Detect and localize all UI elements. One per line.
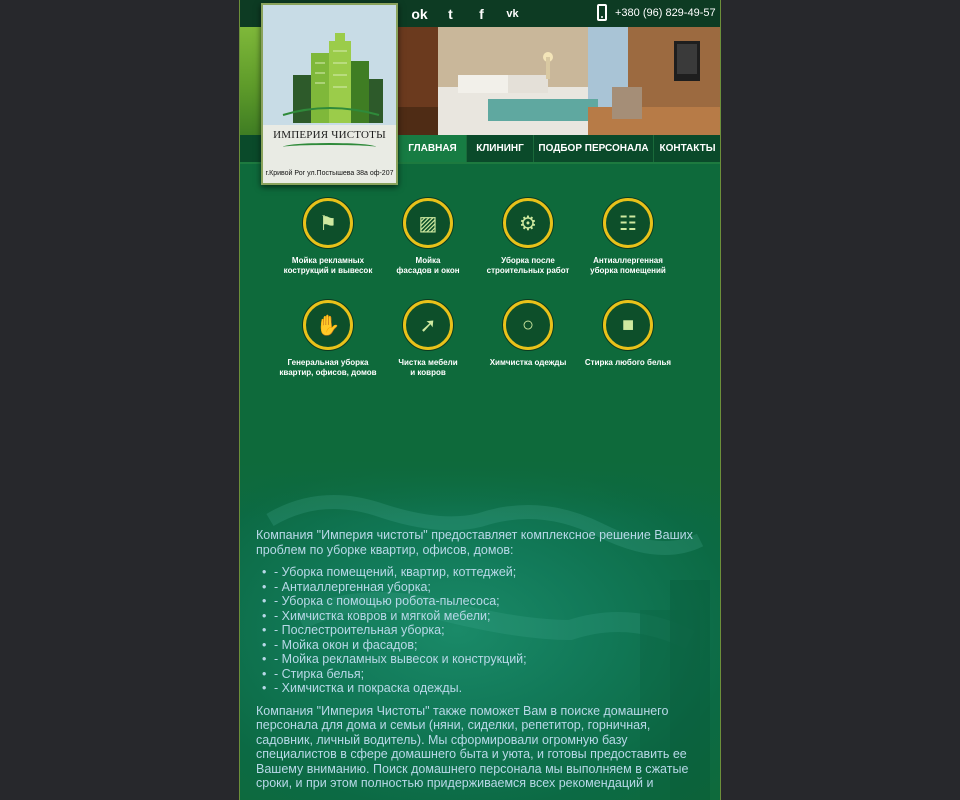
site-page: ok t f vk +380 (96) 829-49-57 ГЛАВНАЯ КЛ… [239, 0, 721, 800]
skyscraper-logo-icon [263, 5, 396, 125]
service-item[interactable]: ■ Стирка любого белья [573, 300, 683, 368]
company-logo[interactable]: ИМПЕРИЯ ЧИСТОТЫ г.Кривой Рог ул.Постышев… [261, 3, 398, 185]
phone-number[interactable]: +380 (96) 829-49-57 [615, 7, 716, 19]
vacuum-icon: ➚ [403, 300, 453, 350]
service-item[interactable]: ⚑ Мойка рекламных кострукций и вывесок [273, 198, 383, 276]
list-item: - Антиаллергенная уборка; [262, 580, 706, 595]
service-label: Мойка рекламных кострукций и вывесок [283, 256, 373, 275]
facebook-icon[interactable]: f [472, 4, 491, 23]
service-label: Антиаллергенная уборка помещений [590, 256, 666, 275]
list-item: - Уборка помещений, квартир, коттеджей; [262, 565, 706, 580]
broom-icon: ⚙ [503, 198, 553, 248]
laundry-icon: ■ [603, 300, 653, 350]
service-item[interactable]: ○ Химчистка одежды [473, 300, 583, 368]
service-label: Уборка после строительных работ [486, 256, 570, 275]
list-item: - Химчистка ковров и мягкой мебели; [262, 609, 706, 624]
nav-item-staff[interactable]: ПОДБОР ПЕРСОНАЛА [533, 135, 653, 162]
mobile-phone-icon [597, 4, 607, 21]
service-label: Чистка мебели и ковров [398, 358, 458, 377]
about-text: Компания "Империя чистоты" предоставляет… [256, 528, 706, 791]
service-label: Стирка любого белья [584, 358, 672, 367]
twitter-icon[interactable]: t [441, 4, 460, 23]
service-item[interactable]: ✋ Генеральная уборка квартир, офисов, до… [273, 300, 383, 378]
social-links: ok t f vk [410, 4, 522, 23]
logo-name: ИМПЕРИЯ ЧИСТОТЫ [273, 129, 386, 141]
bucket-icon: ▨ [403, 198, 453, 248]
worker-icon: ⚑ [303, 198, 353, 248]
list-item: - Химчистка и покраска одежды. [262, 681, 706, 696]
intro-paragraph: Компания "Империя чистоты" предоставляет… [256, 528, 693, 557]
nav-item-cleaning[interactable]: КЛИНИНГ [466, 135, 533, 162]
service-item[interactable]: ⚙ Уборка после строительных работ [473, 198, 583, 276]
service-label: Мойка фасадов и окон [396, 256, 460, 275]
main-nav: ГЛАВНАЯ КЛИНИНГ ПОДБОР ПЕРСОНАЛА КОНТАКТ… [398, 135, 720, 162]
service-item[interactable]: ▨ Мойка фасадов и окон [373, 198, 483, 276]
header-phone: +380 (96) 829-49-57 [597, 4, 716, 21]
odnoklassniki-icon[interactable]: ok [410, 4, 429, 23]
service-item[interactable]: ☷ Антиаллергенная уборка помещений [573, 198, 683, 276]
list-item: - Уборка с помощью робота-пылесоса; [262, 594, 706, 609]
service-label: Химчистка одежды [489, 358, 567, 367]
services-list: - Уборка помещений, квартир, коттеджей; … [256, 565, 706, 696]
staff-paragraph: Компания "Империя Чистоты" также поможет… [256, 703, 689, 791]
service-item[interactable]: ➚ Чистка мебели и ковров [373, 300, 483, 378]
list-item: - Мойка окон и фасадов; [262, 638, 706, 653]
list-item: - Мойка рекламных вывесок и конструкций; [262, 652, 706, 667]
company-address: г.Кривой Рог ул.Постышева 38а оф-207 [265, 170, 394, 177]
nav-item-home[interactable]: ГЛАВНАЯ [398, 135, 466, 162]
list-item: - Послестроительная уборка; [262, 623, 706, 638]
nav-item-contacts[interactable]: КОНТАКТЫ [653, 135, 720, 162]
list-item: - Стирка белья; [262, 667, 706, 682]
service-label: Генеральная уборка квартир, офисов, домо… [279, 358, 377, 377]
vk-icon[interactable]: vk [503, 4, 522, 23]
glove-sponge-icon: ✋ [303, 300, 353, 350]
detergent-icon: ☷ [603, 198, 653, 248]
bubbles-icon: ○ [503, 300, 553, 350]
header-photo [398, 27, 720, 135]
logo-underline [283, 143, 376, 151]
